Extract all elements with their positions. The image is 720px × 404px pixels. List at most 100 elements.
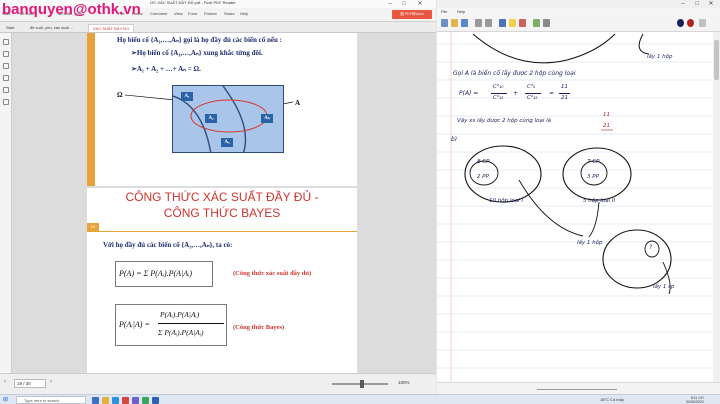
slide-title-line-2: CÔNG THỨC BAYES: [163, 206, 281, 220]
save-icon[interactable]: [461, 19, 468, 27]
note-pa-label: P(A) =: [459, 90, 479, 97]
notes-minimize-button[interactable]: –: [677, 0, 689, 8]
slide-divider: [87, 231, 357, 232]
pen-color-red-icon[interactable]: [687, 19, 694, 27]
word-icon[interactable]: [152, 397, 159, 404]
attachment-icon[interactable]: [3, 75, 9, 81]
note-define-event: Gọi A là biến cố lấy được 2 hộp cùng loạ…: [453, 70, 576, 77]
selection-tool-icon[interactable]: [533, 19, 540, 27]
note-box2-caption: 5 hộp loại II: [583, 198, 616, 204]
pen-icon[interactable]: [499, 19, 506, 27]
formula-2-denominator: Σ P(Aᵢ).P(A|Aᵢ): [158, 328, 204, 337]
pen-color-navy-icon[interactable]: [677, 19, 684, 27]
total-probability-formula: P(A) = Σ P(Aᵢ).P(A|Aᵢ): [115, 261, 213, 287]
zoom-slider-handle[interactable]: [360, 380, 364, 388]
ribbon-item-help[interactable]: Help: [240, 11, 248, 16]
bookmark-icon[interactable]: [3, 39, 9, 45]
foxit-reader-icon[interactable]: [122, 397, 129, 404]
redo-icon[interactable]: [485, 19, 492, 27]
note-box1-pp: 2 PP: [477, 174, 489, 180]
pdf-reader-window: ỨC XÁC SUẤT ĐẦY ĐỦ.pdf - Foxit PDF Reade…: [0, 0, 436, 394]
notes-ink-canvas[interactable]: lấy 1 hộp Gọi A là biến cố lấy được 2 hộ…: [437, 32, 720, 382]
pdf-word-button[interactable]: 图 PDF转Word: [392, 10, 432, 19]
note-equals: =: [549, 90, 555, 97]
signature-icon[interactable]: [3, 99, 9, 105]
definition-bullet-2: ➢A₁ + A₂ + …+ Aₙ = Ω.: [131, 65, 201, 73]
zoom-level[interactable]: 100%: [398, 380, 410, 385]
note-answer-numerator: 11: [603, 112, 610, 118]
next-page-icon[interactable]: ›: [50, 379, 52, 385]
bayes-formula: P(Aᵢ|A) = P(Aᵢ).P(A|Aᵢ) Σ P(Aᵢ).P(A|Aᵢ): [115, 304, 227, 346]
notes-titlebar: – □ ✕: [437, 0, 720, 8]
note-frac3-numerator: 11: [561, 84, 568, 90]
venn-box-an: Aₙ: [261, 114, 273, 123]
prev-page-icon[interactable]: ‹: [4, 379, 6, 385]
journal-app-icon[interactable]: [132, 397, 139, 404]
close-button[interactable]: ✕: [414, 0, 426, 8]
note-frac2-numerator: C²₅: [527, 84, 536, 90]
pdf-page-slide-2: CÔNG THỨC XÁC SUẤT ĐẦY ĐỦ - CÔNG THỨC BA…: [87, 188, 357, 373]
minimize-button[interactable]: –: [384, 0, 396, 8]
clock-date: 30/05/2023: [686, 400, 704, 404]
notes-scroll-thumb[interactable]: [714, 40, 719, 80]
ribbon-item-form[interactable]: Form: [188, 11, 197, 16]
maximize-button[interactable]: □: [398, 0, 410, 8]
open-icon[interactable]: [451, 19, 458, 27]
comment-icon[interactable]: [3, 63, 9, 69]
note-frac2-bar: [525, 93, 541, 94]
new-page-icon[interactable]: [441, 19, 448, 27]
notes-close-button[interactable]: ✕: [705, 0, 717, 8]
eraser-icon[interactable]: [519, 19, 526, 27]
notes-menu-file[interactable]: File: [441, 9, 447, 14]
zoom-tool-icon[interactable]: [699, 19, 706, 27]
text-tool-icon[interactable]: [543, 19, 550, 27]
taskbar-search-input[interactable]: Type here to search: [16, 396, 86, 404]
notes-toolbar: [437, 15, 720, 32]
ribbon-item-comment[interactable]: Comment: [150, 11, 167, 16]
note-box2-cp: 7 CP: [587, 159, 600, 165]
venn-box-a1: A₁: [181, 92, 193, 101]
note-frac2-denominator: C²₁₅: [527, 95, 538, 101]
pdf-page-slide-1: Họ biến cố {A₁,…,Aₙ} gọi là họ đầy đủ cá…: [87, 33, 357, 186]
slide-side-stripe: [87, 33, 95, 186]
note-box1-caption: 10 hộp loại I: [489, 198, 523, 204]
note-box2-pp: 3 PP: [587, 174, 599, 180]
edge-browser-icon[interactable]: [112, 397, 119, 404]
pages-icon[interactable]: [3, 51, 9, 57]
notes-vertical-scrollbar[interactable]: [713, 32, 720, 382]
tab-start[interactable]: Start: [2, 24, 18, 32]
undo-icon[interactable]: [475, 19, 482, 27]
weather-widget[interactable]: 18°C Có mây: [600, 397, 624, 402]
highlighter-icon[interactable]: [509, 19, 516, 27]
note-frac3-bar: [559, 93, 570, 94]
notes-maximize-button[interactable]: □: [691, 0, 703, 8]
formula-2-left: P(Aᵢ|A) =: [119, 320, 150, 329]
note-box-label: lấy 1 hộp: [647, 54, 673, 60]
pdf-tab-bar: Start đề cuối, y/m, xác suất ... XÁC SUẤ…: [0, 22, 436, 33]
task-view-icon[interactable]: [92, 397, 99, 404]
ribbon-item-share[interactable]: Share: [224, 11, 235, 16]
slide-intro-text: Với họ đầy đủ các biến cố {A₁,…,Aₙ}, ta …: [103, 241, 233, 249]
tab-document-active[interactable]: XÁC SUẤT ĐẦY ĐỦ: [88, 24, 135, 32]
ribbon-item-protect[interactable]: Protect: [204, 11, 217, 16]
file-explorer-icon[interactable]: [102, 397, 109, 404]
excel-icon[interactable]: [142, 397, 149, 404]
notes-menubar: File Help: [437, 8, 720, 15]
layers-icon[interactable]: [3, 87, 9, 93]
note-frac1-denominator: C²₁₅: [493, 95, 504, 101]
note-frac1-numerator: C²₁₀: [493, 84, 504, 90]
clock[interactable]: 8:11 CH 30/05/2023: [686, 396, 704, 404]
venn-diagram: A₁ A₂ Aₙ A₃: [172, 85, 284, 153]
tab-document-1[interactable]: đề cuối, y/m, xác suất ...: [26, 24, 77, 32]
note-part-b: b): [451, 136, 458, 143]
page-number-input[interactable]: 19 / 30: [14, 379, 46, 388]
pdf-left-panel: [0, 33, 12, 373]
ribbon-item-view[interactable]: View: [174, 11, 183, 16]
pdf-document-view[interactable]: Họ biến cố {A₁,…,Aₙ} gọi là họ đầy đủ cá…: [12, 33, 436, 373]
ruled-lines: [437, 32, 713, 382]
note-answer-denominator: 21: [603, 123, 610, 129]
notes-menu-help[interactable]: Help: [457, 9, 465, 14]
venn-box-a2: A₂: [205, 114, 217, 123]
start-windows-icon[interactable]: ⊞: [3, 396, 8, 403]
bullet-2-text: A₁ + A₂ + …+ Aₙ = Ω.: [136, 65, 201, 73]
